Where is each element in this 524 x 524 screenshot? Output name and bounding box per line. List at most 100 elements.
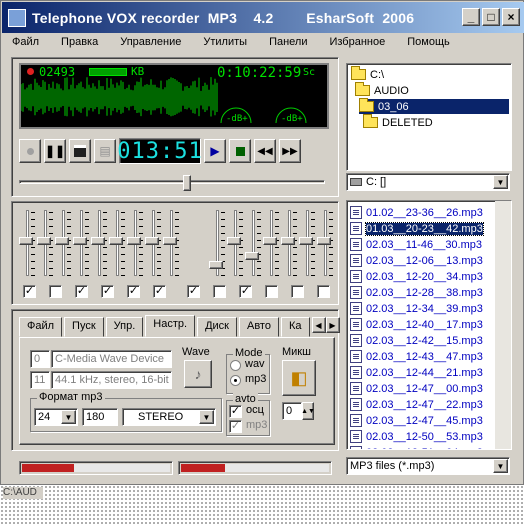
mixer-slider[interactable] [163, 210, 179, 284]
tree-node-root[interactable]: C:\ [351, 66, 384, 82]
seek-slider[interactable] [19, 175, 325, 191]
mixer-checkbox[interactable]: ✓ [153, 285, 166, 298]
stop-button[interactable] [229, 139, 251, 163]
mixer-slider[interactable] [19, 210, 35, 284]
file-list-item[interactable]: 02.03__12-47__45.mp3 [350, 413, 483, 428]
mixer-button[interactable]: ◧ [282, 360, 316, 396]
menu-favorites[interactable]: Избранное [319, 36, 385, 48]
copy-button[interactable]: ▤ [94, 139, 116, 163]
play-button[interactable]: ▶ [204, 139, 226, 163]
auto-mp3-checkbox[interactable]: ✓ [229, 420, 242, 433]
slider-knob[interactable] [263, 237, 277, 245]
tree-node-audio[interactable]: AUDIO [355, 82, 409, 98]
mixer-slider[interactable] [37, 210, 53, 284]
wave-settings-button[interactable]: ♪ [184, 360, 212, 388]
file-filter-select[interactable]: MP3 files (*.mp3) ▼ [346, 457, 510, 475]
minimize-button[interactable]: _ [462, 8, 480, 26]
file-list-item[interactable]: 02.03__12-43__47.mp3 [350, 349, 483, 364]
file-list-item[interactable]: 01.02__23-36__26.mp3 [350, 205, 483, 220]
mixer-checkbox[interactable]: ✓ [23, 285, 36, 298]
pause-button[interactable]: ❚❚ [44, 139, 66, 163]
title-bar[interactable]: Telephone VOX recorder MP3 4.2 EsharSoft… [2, 2, 524, 33]
save-button[interactable] [69, 139, 91, 163]
seek-thumb[interactable] [182, 175, 191, 191]
menu-edit[interactable]: Правка [51, 36, 98, 48]
slider-knob[interactable] [299, 237, 313, 245]
tab-file[interactable]: Файл [19, 317, 63, 337]
mixer-checkbox[interactable] [265, 285, 278, 298]
slider-knob[interactable] [209, 261, 223, 269]
mp3-rate-field[interactable]: 180 [82, 408, 118, 426]
auto-osc-checkbox[interactable]: ✓ [229, 405, 242, 418]
mixer-checkbox[interactable] [317, 285, 330, 298]
tab-control[interactable]: Упр. [105, 317, 144, 337]
slider-knob[interactable] [19, 237, 33, 245]
mixer-slider[interactable] [127, 210, 143, 284]
mix-value[interactable]: 0 [282, 402, 302, 420]
slider-knob[interactable] [245, 252, 259, 260]
file-list[interactable]: 02.03__12-51__04.mp3 02.03__12-50__53.mp3… [346, 200, 512, 450]
mixer-checkbox[interactable]: ✓ [127, 285, 140, 298]
mixer-slider[interactable] [73, 210, 89, 284]
mp3-channels-select[interactable]: STEREO ▼ [122, 408, 216, 426]
mode-mp3-radio[interactable] [230, 375, 241, 386]
slider-knob[interactable] [73, 237, 87, 245]
slider-knob[interactable] [109, 237, 123, 245]
tab-start[interactable]: Пуск [64, 317, 104, 337]
tab-disk[interactable]: Диск [197, 317, 237, 337]
tab-scroll-left-button[interactable]: ◀ [311, 317, 326, 333]
file-list-item[interactable]: 02.03__12-47__22.mp3 [350, 397, 483, 412]
mix-spinner[interactable]: ▲▼ [301, 402, 315, 420]
slider-knob[interactable] [281, 237, 295, 245]
mixer-checkbox[interactable]: ✓ [239, 285, 252, 298]
file-list-item[interactable]: 02.03__12-44__21.mp3 [350, 365, 483, 380]
close-button[interactable]: × [502, 8, 520, 26]
mixer-checkbox[interactable] [213, 285, 226, 298]
menu-control[interactable]: Управление [110, 36, 181, 48]
mode-wav-radio[interactable] [230, 360, 241, 371]
mixer-slider[interactable] [145, 210, 161, 284]
mixer-checkbox[interactable]: ✓ [187, 285, 200, 298]
forward-button[interactable]: ▶▶ [279, 139, 301, 163]
menu-panels[interactable]: Панели [259, 36, 307, 48]
mixer-slider[interactable] [299, 210, 315, 284]
mixer-slider[interactable] [227, 210, 243, 284]
menu-utilities[interactable]: Утилиты [193, 36, 247, 48]
file-list-scrollbar[interactable] [495, 201, 511, 449]
mixer-slider[interactable] [91, 210, 107, 284]
menu-file[interactable]: Файл [2, 36, 39, 48]
tab-settings[interactable]: Настр. [145, 315, 196, 337]
tab-scroll-right-button[interactable]: ▶ [325, 317, 340, 333]
slider-knob[interactable] [227, 237, 241, 245]
file-list-item[interactable]: 02.03__12-47__00.mp3 [350, 381, 483, 396]
mixer-checkbox[interactable] [49, 285, 62, 298]
tab-more[interactable]: Ка [280, 317, 310, 337]
mixer-checkbox[interactable]: ✓ [101, 285, 114, 298]
mixer-slider[interactable] [281, 210, 297, 284]
file-list-item[interactable]: 02.03__12-51__04.mp3 [350, 445, 483, 449]
file-list-item[interactable]: 02.03__12-50__53.mp3 [350, 429, 483, 444]
mixer-slider[interactable] [55, 210, 71, 284]
file-list-item[interactable]: 02.03__12-40__17.mp3 [350, 317, 483, 332]
mixer-slider[interactable] [263, 210, 279, 284]
slider-knob[interactable] [37, 237, 51, 245]
slider-knob[interactable] [91, 237, 105, 245]
mixer-slider[interactable] [209, 210, 225, 284]
slider-knob[interactable] [317, 237, 331, 245]
mixer-checkbox[interactable]: ✓ [75, 285, 88, 298]
mixer-checkbox[interactable] [291, 285, 304, 298]
file-list-item[interactable]: 02.03__12-42__15.mp3 [350, 333, 483, 348]
slider-knob[interactable] [55, 237, 69, 245]
slider-knob[interactable] [163, 237, 177, 245]
maximize-button[interactable]: □ [482, 8, 500, 26]
file-list-item[interactable]: 02.03__12-34__39.mp3 [350, 301, 483, 316]
file-list-item[interactable]: 02.03__12-20__34.mp3 [350, 269, 483, 284]
slider-knob[interactable] [145, 237, 159, 245]
file-list-item[interactable]: 01.03__20-23__42.mp3 [350, 221, 484, 236]
tab-auto[interactable]: Авто [238, 317, 279, 337]
mixer-slider[interactable] [245, 210, 261, 284]
folder-tree[interactable]: C:\ AUDIO 03_06 DELETED [346, 63, 512, 171]
slider-knob[interactable] [127, 237, 141, 245]
tree-node-03_06[interactable]: 03_06 [359, 98, 509, 114]
drive-select[interactable]: C: [] ▼ [346, 173, 510, 191]
